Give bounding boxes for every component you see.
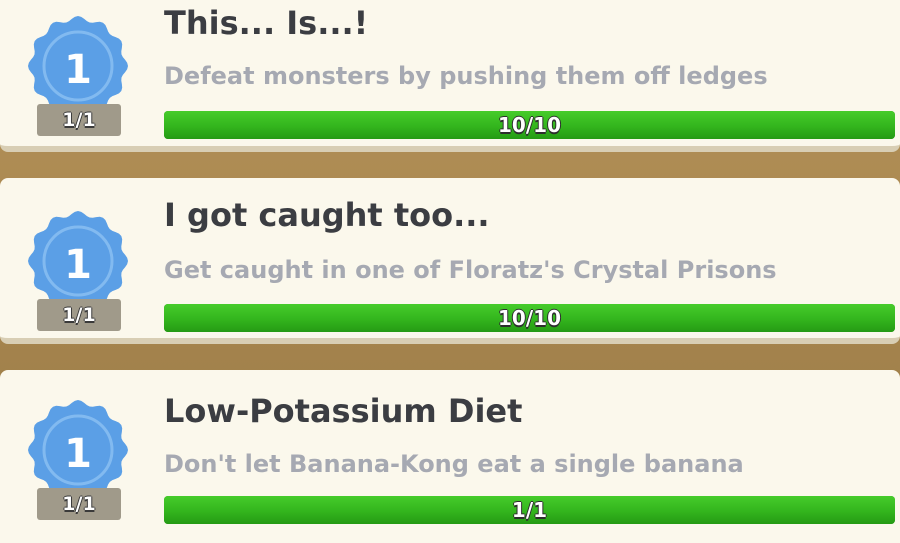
badge-tier-count: 1/1: [37, 299, 121, 331]
badge-tier-number: 1: [64, 47, 92, 93]
medal-badge-icon: 1 1/1: [19, 205, 137, 331]
progress-text: 10/10: [498, 113, 561, 137]
achievement-title: This... Is...!: [164, 4, 369, 42]
badge-tier-number: 1: [64, 242, 92, 288]
achievement-title: I got caught too...: [164, 196, 490, 234]
achievement-card[interactable]: 1 1/1 This... Is...! Defeat monsters by …: [0, 0, 900, 152]
progress-bar: 1/1: [164, 496, 895, 524]
achievement-title: Low-Potassium Diet: [164, 392, 523, 430]
achievement-card[interactable]: 1 1/1 I got caught too... Get caught in …: [0, 178, 900, 344]
progress-text: 1/1: [511, 498, 548, 522]
medal-badge-icon: 1 1/1: [19, 10, 137, 136]
progress-bar: 10/10: [164, 111, 895, 139]
progress-text: 10/10: [498, 306, 561, 330]
badge-tier-count: 1/1: [37, 104, 121, 136]
badge-tier-count: 1/1: [37, 488, 121, 520]
achievement-description: Don't let Banana-Kong eat a single banan…: [164, 450, 744, 478]
badge-tier-number: 1: [64, 431, 92, 477]
achievement-description: Get caught in one of Floratz's Crystal P…: [164, 256, 777, 284]
achievement-card[interactable]: 1 1/1 Low-Potassium Diet Don't let Banan…: [0, 370, 900, 543]
medal-badge-icon: 1 1/1: [19, 394, 137, 520]
achievement-description: Defeat monsters by pushing them off ledg…: [164, 62, 768, 90]
progress-bar: 10/10: [164, 304, 895, 332]
